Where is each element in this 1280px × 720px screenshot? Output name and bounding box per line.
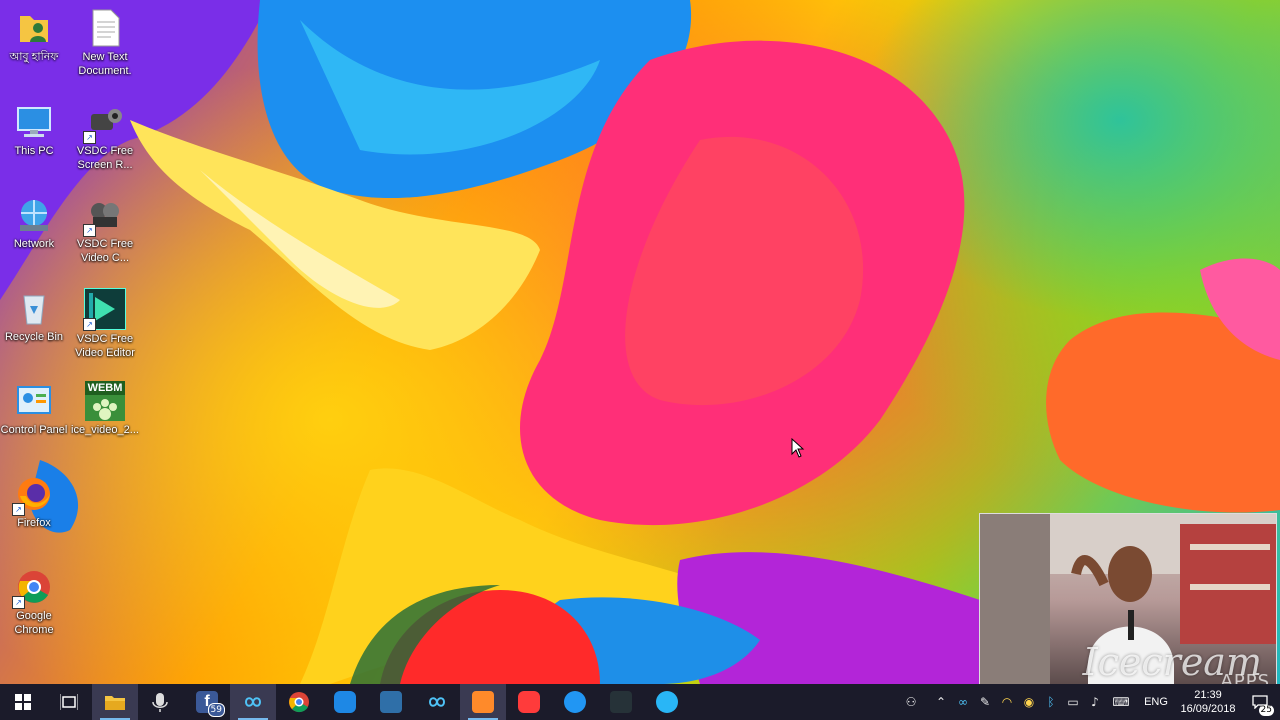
chrome-icon: ↗ <box>12 567 54 609</box>
taskbar-blue-app[interactable] <box>322 684 368 720</box>
desktop-icon-network[interactable]: Network <box>0 189 70 251</box>
input-language[interactable]: ENG <box>1136 696 1176 708</box>
clock[interactable]: 21:39 16/09/2018 <box>1176 688 1240 716</box>
screen-recorder-icon: ↗ <box>83 102 125 144</box>
recycle-bin-icon <box>14 288 54 328</box>
desktop-icon-vsdc-video-editor[interactable]: ↗ VSDC Free Video Editor <box>69 282 141 360</box>
taskbar-dark-app[interactable] <box>598 684 644 720</box>
start-button[interactable] <box>0 684 46 720</box>
taskbar-red-app[interactable] <box>506 684 552 720</box>
firefox-icon: ↗ <box>12 474 54 516</box>
folder-icon <box>105 696 125 710</box>
clock-date: 16/09/2018 <box>1180 703 1236 715</box>
desktop-icon-label: VSDC Free Video Editor <box>75 333 135 359</box>
shortcut-arrow-icon: ↗ <box>83 318 96 331</box>
desktop-icon-label: Control Panel <box>0 424 68 436</box>
taskbar-sync-app[interactable] <box>552 684 598 720</box>
desktop-icon-label: আবু হানিফ <box>9 51 59 63</box>
task-view-icon <box>60 694 78 710</box>
infinity-icon <box>428 697 446 707</box>
webcam-overlay: Icecream APPS <box>979 513 1277 687</box>
shortcut-arrow-icon: ↗ <box>83 224 96 237</box>
taskbar-icecream-recorder[interactable] <box>460 684 506 720</box>
show-hidden-icons-chevron-icon[interactable]: ⌃ <box>930 695 952 709</box>
notification-count: 25 <box>1258 705 1274 716</box>
taskbar-link-app[interactable] <box>644 684 690 720</box>
webm-file-icon: WEBM <box>85 381 125 421</box>
taskbar-facebook[interactable]: f 59 <box>184 684 230 720</box>
computer-icon <box>14 102 54 142</box>
video-converter-icon: ↗ <box>83 195 125 237</box>
infinity-tray-icon[interactable]: ∞ <box>952 695 974 709</box>
desktop-icon-label: ice_video_2... <box>71 424 139 436</box>
taskbar-infinity-app[interactable] <box>230 684 276 720</box>
facebook-notification-badge: 59 <box>207 703 225 717</box>
blue-swirl-icon <box>334 691 356 713</box>
keyboard-icon[interactable]: ⌨ <box>1106 695 1136 709</box>
people-icon[interactable]: ⚇ <box>900 695 922 709</box>
video-editor-icon: ↗ <box>83 288 126 331</box>
clock-time: 21:39 <box>1194 689 1222 701</box>
taskbar: f 59 ⚇ ⌃ ∞ ✎ ◠ ◉ ᛒ ▭ ♪ ⌨ ENG 21:39 16/09… <box>0 684 1280 720</box>
volume-icon[interactable]: ♪ <box>1084 695 1106 709</box>
desktop-icon-user-folder[interactable]: আবু হানিফ <box>0 2 70 64</box>
desktop-icon-control-panel[interactable]: Control Panel <box>0 375 70 437</box>
desktop-icon-new-text-document[interactable]: New Text Document. <box>69 2 141 78</box>
desktop-icon-label: New Text Document. <box>78 51 132 77</box>
store-icon <box>380 691 402 713</box>
taskbar-chrome[interactable] <box>276 684 322 720</box>
system-tray: ⚇ ⌃ ∞ ✎ ◠ ◉ ᛒ ▭ ♪ ⌨ ENG 21:39 16/09/2018… <box>900 684 1280 720</box>
bluetooth-icon[interactable]: ᛒ <box>1040 695 1062 709</box>
task-view-button[interactable] <box>46 684 92 720</box>
link-icon <box>656 691 678 713</box>
network-icon <box>14 195 54 235</box>
microphone-icon <box>152 693 168 712</box>
user-folder-icon <box>14 8 54 48</box>
battery-icon[interactable]: ▭ <box>1062 695 1084 709</box>
action-center-button[interactable]: 25 <box>1240 684 1280 720</box>
desktop-icon-recycle-bin[interactable]: Recycle Bin <box>0 282 70 344</box>
infinity-icon <box>244 697 262 707</box>
desktop-icon-webm-file[interactable]: WEBM ice_video_2... <box>69 375 141 437</box>
shortcut-arrow-icon: ↗ <box>83 131 96 144</box>
red-app-icon <box>518 691 540 713</box>
pen-tray-icon[interactable]: ✎ <box>974 695 996 709</box>
wifi-icon[interactable]: ◠ <box>996 695 1018 709</box>
desktop-icon-label: VSDC Free Video C... <box>76 238 134 264</box>
dark-app-icon <box>610 691 632 713</box>
screen-recorder-icon <box>472 691 494 713</box>
webm-label: WEBM <box>85 381 125 395</box>
desktop-icon-label: Firefox <box>17 517 51 529</box>
desktop-icon-firefox[interactable]: ↗ Firefox <box>0 468 70 530</box>
desktop-icon-vsdc-video-converter[interactable]: ↗ VSDC Free Video C... <box>69 189 141 265</box>
sync-icon <box>564 691 586 713</box>
desktop-icon-label: This PC <box>14 145 54 157</box>
mouse-cursor-icon <box>791 438 805 458</box>
shield-tray-icon[interactable]: ◉ <box>1018 695 1040 709</box>
desktop-icon-this-pc[interactable]: This PC <box>0 96 70 158</box>
desktop-icon-label: Recycle Bin <box>4 331 64 343</box>
desktop-icon-label: Network <box>13 238 55 250</box>
desktop-icon-label: Google Chrome <box>14 610 54 636</box>
shortcut-arrow-icon: ↗ <box>12 503 25 516</box>
desktop-icon-chrome[interactable]: ↗ Google Chrome <box>0 561 70 637</box>
desktop-icon-vsdc-screen-recorder[interactable]: ↗ VSDC Free Screen R... <box>69 96 141 172</box>
chrome-icon <box>289 692 309 713</box>
windows-logo-icon <box>15 694 31 710</box>
text-document-icon <box>85 8 125 48</box>
shortcut-arrow-icon: ↗ <box>12 596 25 609</box>
taskbar-infinity-app-2[interactable] <box>414 684 460 720</box>
control-panel-icon <box>14 381 54 421</box>
taskbar-file-explorer[interactable] <box>92 684 138 720</box>
taskbar-store-app[interactable] <box>368 684 414 720</box>
taskbar-microphone-app[interactable] <box>138 684 184 720</box>
desktop-icon-label: VSDC Free Screen R... <box>76 145 134 171</box>
